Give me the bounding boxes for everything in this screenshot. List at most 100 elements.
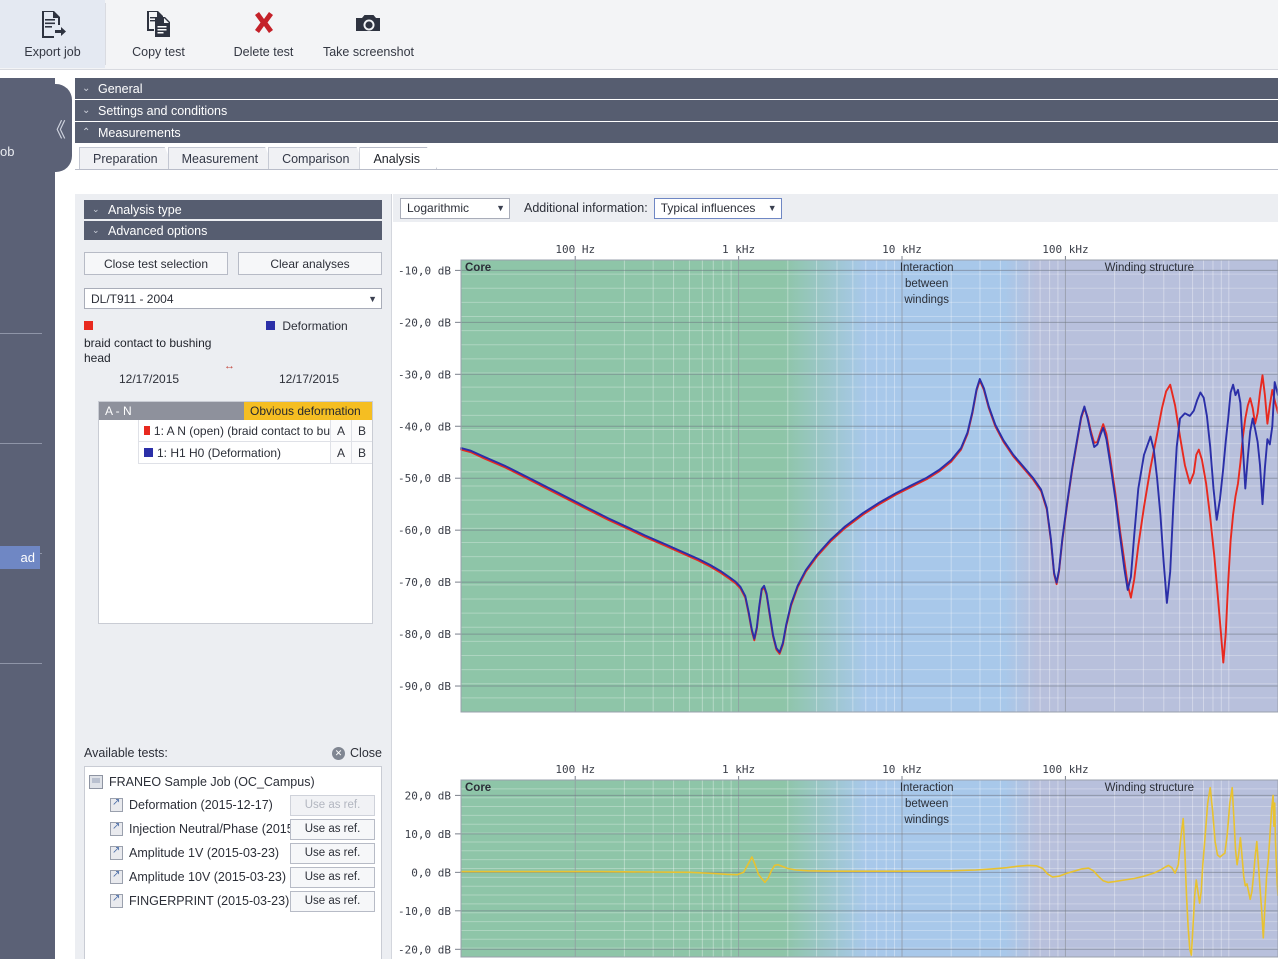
list-item[interactable]: Deformation (2015-12-17) Use as ref. [89, 793, 379, 817]
row-button-b[interactable]: B [351, 442, 372, 463]
y-axis-tick-label: -40,0 dB [398, 420, 451, 433]
clear-analyses-button[interactable]: Clear analyses [238, 252, 382, 275]
accordion-measurements[interactable]: ⌃ Measurements [75, 122, 1278, 143]
difference-chart[interactable]: 20,0 dB 10,0 dB 0,0 dB -10,0 dB -20,0 dB 100 … [393, 742, 1278, 959]
close-test-selection-button[interactable]: Close test selection [84, 252, 228, 275]
tab-measurement[interactable]: Measurement [168, 147, 275, 169]
accordion-settings-and-conditions[interactable]: ⌄ Settings and conditions [75, 100, 1278, 121]
chart-toolbar: Logarithmic ▼ Additional information: Ty… [393, 194, 1278, 222]
take-screenshot-button[interactable]: Take screenshot [316, 0, 421, 68]
chevron-down-icon: ▼ [368, 293, 377, 304]
export-document-icon [39, 7, 67, 41]
row-button-b[interactable]: B [351, 420, 372, 441]
zone-label: windings [903, 814, 949, 826]
collapse-sidebar-button[interactable]: 《 [40, 84, 72, 172]
sidebar-item-selected[interactable]: ad [0, 546, 40, 569]
copy-test-button[interactable]: Copy test [106, 0, 211, 68]
tab-preparation-label: Preparation [93, 151, 158, 166]
tree-item-label-cell: FINGERPRINT (2015-03-23) [110, 894, 306, 908]
legend-test-name: Deformation [282, 319, 348, 333]
zone-label: Core [465, 782, 491, 794]
legend-test-date: 12/17/2015 [279, 372, 340, 386]
table-row-label: 1: A N (open) (braid contact to bu [153, 423, 330, 438]
y-axis-tick-label: -70,0 dB [398, 576, 451, 589]
zone-label: Core [465, 262, 491, 274]
row-button-a[interactable]: A [330, 420, 351, 441]
tree-root-job[interactable]: FRANEO Sample Job (OC_Campus) [89, 771, 379, 793]
table-row[interactable]: 1: A N (open) (braid contact to bu A B [138, 420, 372, 442]
legend-reference-name: braid contact to bushing head [84, 336, 212, 365]
row-color-swatch-blue [144, 448, 153, 457]
take-screenshot-label: Take screenshot [322, 45, 415, 59]
y-axis-tick-label: -80,0 dB [398, 628, 451, 641]
y-axis-tick-label: -20,0 dB [398, 316, 451, 329]
available-tests-header: Available tests: ✕ Close [84, 746, 382, 760]
available-tests-title: Available tests: [84, 746, 168, 760]
table-row-label-cell: 1: H1 H0 (Deformation) [139, 442, 330, 463]
accordion-general[interactable]: ⌄ General [75, 78, 1278, 99]
standard-select-value: DL/T911 - 2004 [91, 291, 174, 306]
chevron-up-icon: ⌃ [82, 127, 91, 138]
accordion-analysis-type[interactable]: ⌄ Analysis type [84, 200, 382, 219]
magnitude-chart[interactable]: -10,0 dB -20,0 dB -30,0 dB -40,0 dB -50,0 dB… [393, 222, 1278, 742]
legend-entry-reference: braid contact to bushing head [84, 319, 234, 366]
export-job-button[interactable]: Export job [0, 0, 105, 68]
zone-label: windings [903, 294, 949, 306]
table-row[interactable]: 1: H1 H0 (Deformation) A B [138, 442, 372, 464]
tree-item-label-cell: Amplitude 10V (2015-03-23) [110, 870, 306, 884]
main-content: ⌄ General ⌄ Settings and conditions ⌃ Me… [75, 78, 1278, 959]
tab-preparation[interactable]: Preparation [79, 147, 175, 169]
delete-test-button[interactable]: Delete test [211, 0, 316, 68]
scale-select[interactable]: Logarithmic ▼ [400, 197, 510, 219]
panel-button-row: Close test selection Clear analyses [84, 252, 382, 275]
chevron-down-icon: ⌄ [92, 204, 100, 214]
list-item[interactable]: Amplitude 1V (2015-03-23) Use as ref. [89, 841, 379, 865]
comparison-legend: braid contact to bushing head Deformatio… [84, 319, 382, 391]
y-axis-tick-label: -30,0 dB [398, 368, 451, 381]
additional-information-select[interactable]: Typical influences ▼ [653, 197, 782, 219]
list-item[interactable]: Amplitude 10V (2015-03-23) Use as ref. [89, 865, 379, 889]
measurement-tabs: Preparation Measurement Comparison Analy… [75, 146, 1278, 170]
sidebar-nav: ob ad [0, 78, 55, 959]
list-item[interactable]: Injection Neutral/Phase (2015- Use as re… [89, 817, 379, 841]
tab-analysis-label: Analysis [373, 151, 420, 166]
tab-analysis[interactable]: Analysis [359, 147, 437, 169]
y-axis-tick-label: -60,0 dB [398, 524, 451, 537]
x-axis-tick-label: 10 kHz [882, 243, 922, 256]
use-as-ref-button[interactable]: Use as ref. [290, 890, 375, 912]
close-available-tests-button[interactable]: ✕ Close [332, 746, 382, 760]
tab-comparison[interactable]: Comparison [268, 147, 366, 169]
camera-icon [354, 7, 384, 41]
sidebar-item-job-label: ob [0, 144, 15, 159]
use-as-ref-button[interactable]: Use as ref. [290, 818, 375, 840]
close-available-tests-label: Close [350, 746, 382, 760]
zone-label: Winding structure [1105, 782, 1194, 794]
table-row-label: 1: H1 H0 (Deformation) [157, 445, 282, 460]
test-icon [110, 870, 123, 884]
list-item[interactable]: FINGERPRINT (2015-03-23) Use as ref. [89, 889, 379, 913]
use-as-ref-button[interactable]: Use as ref. [290, 866, 375, 888]
table-header-row: A - N Obvious deformation [99, 402, 372, 420]
red-x-icon [250, 7, 278, 41]
legend-entry-test: Deformation [266, 319, 406, 333]
y-axis-tick-label: 20,0 dB [405, 789, 452, 802]
chart-bottom-svg: 20,0 dB 10,0 dB 0,0 dB -10,0 dB -20,0 dB 100 … [398, 763, 1278, 958]
tree-item-label: Injection Neutral/Phase (2015- [129, 822, 298, 836]
zone-label: Interaction [900, 782, 954, 794]
x-axis-tick-label: 100 kHz [1042, 763, 1088, 776]
accordion-settings-label: Settings and conditions [98, 103, 228, 118]
standard-select[interactable]: DL/T911 - 2004 ▼ [84, 288, 382, 309]
zone-label: Interaction [900, 262, 954, 274]
accordion-measurements-label: Measurements [98, 125, 181, 140]
y-axis-tick-label: -10,0 dB [398, 905, 451, 918]
available-tests-list: FRANEO Sample Job (OC_Campus) Deformatio… [84, 766, 382, 959]
y-axis-tick-label: -10,0 dB [398, 264, 451, 277]
accordion-analysis-type-label: Analysis type [108, 202, 182, 217]
use-as-ref-button[interactable]: Use as ref. [290, 842, 375, 864]
zone-label: between [905, 798, 948, 810]
accordion-advanced-options[interactable]: ⌄ Advanced options [84, 221, 382, 240]
test-icon [110, 846, 123, 860]
test-icon [110, 894, 123, 908]
close-circle-icon: ✕ [332, 746, 346, 760]
row-button-a[interactable]: A [330, 442, 351, 463]
